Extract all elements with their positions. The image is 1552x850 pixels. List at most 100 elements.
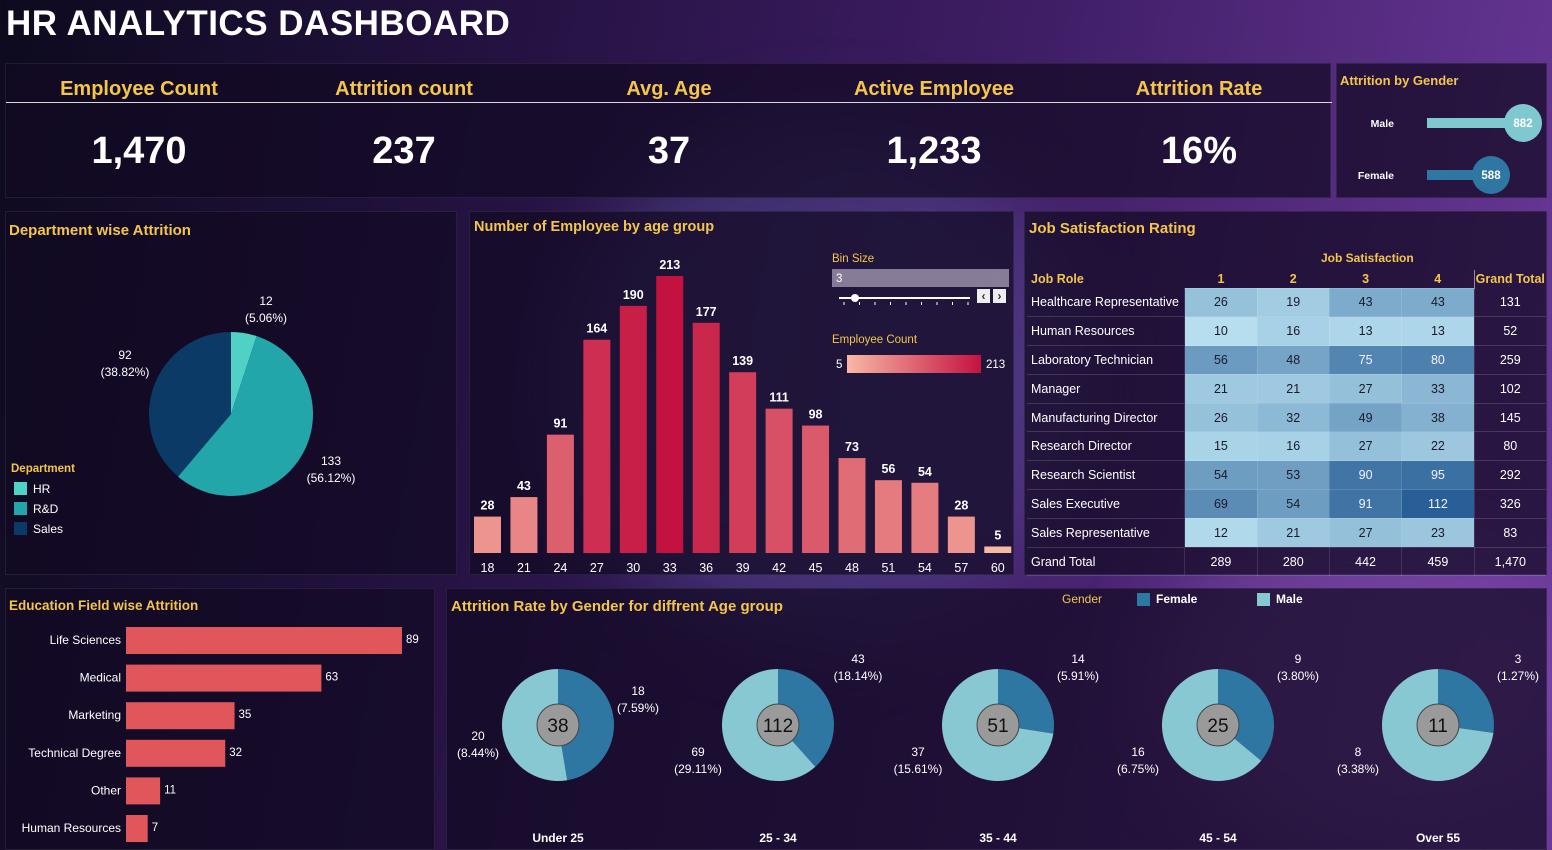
job-role-cell: Manager: [1027, 374, 1185, 404]
table-row: Sales Representative 12 21 27 23 83: [1027, 517, 1546, 548]
kpi-panel: Employee Count 1,470 Attrition count 237…: [5, 63, 1332, 198]
age-bar-value: 213: [659, 258, 680, 272]
legend-swatch: [14, 522, 27, 535]
color-legend-min: 5: [836, 359, 842, 371]
row-total-cell: 145: [1473, 403, 1546, 433]
heatmap-cell: 54: [1184, 460, 1258, 491]
age-bar: [911, 482, 939, 553]
donut-female-value: 3: [1515, 652, 1522, 666]
age-group-label: Under 25: [532, 831, 584, 845]
gender-label-male: Male: [1371, 118, 1395, 130]
bin-size-label: Bin Size: [832, 253, 874, 265]
heatmap-cell: 26: [1184, 287, 1258, 318]
color-legend-title: Employee Count: [832, 334, 918, 346]
age-tick-label: 42: [772, 561, 786, 575]
education-bar: [126, 815, 148, 842]
legend-label-female: Female: [1156, 592, 1198, 606]
department-legend-title: Department: [11, 463, 75, 475]
education-bar-value: 7: [152, 822, 158, 834]
heatmap-cell: 43: [1401, 287, 1475, 318]
age-bar-value: 139: [732, 354, 753, 368]
col-header-2: 2: [1289, 271, 1297, 286]
heatmap-cell: 10: [1184, 316, 1258, 347]
age-group-label: 25 - 34: [759, 831, 797, 845]
grand-total-cell: 280: [1256, 546, 1330, 577]
donut-female-pct: (7.59%): [617, 701, 659, 715]
age-bar-value: 177: [696, 305, 717, 319]
job-role-header: Job Role: [1031, 272, 1084, 286]
legend-swatch: [14, 482, 27, 495]
grand-total-header: Grand Total: [1473, 270, 1546, 288]
age-bar-value: 190: [623, 288, 644, 302]
donut-male-pct: (15.61%): [894, 762, 943, 776]
table-row: Manufacturing Director 26 32 49 38 145: [1027, 402, 1546, 433]
donut-male-value: 37: [911, 745, 925, 759]
donut-male-pct: (6.75%): [1117, 762, 1159, 776]
donut-male-value: 20: [471, 729, 485, 743]
education-category-label: Technical Degree: [28, 746, 121, 760]
age-tick-label: 27: [590, 561, 604, 575]
age-bar-value: 73: [845, 440, 859, 454]
education-bar: [126, 702, 235, 730]
education-panel: Education Field wise Attrition Life Scie…: [5, 588, 435, 850]
heatmap-cell: 48: [1256, 345, 1330, 375]
col-header-3: 3: [1362, 271, 1370, 286]
row-total-cell: 102: [1473, 374, 1546, 404]
heatmap-cell: 32: [1256, 402, 1330, 433]
heatmap-cell: 27: [1328, 431, 1403, 462]
pie-pct-label: (56.12%): [307, 471, 356, 485]
row-total-cell: 80: [1473, 431, 1546, 462]
age-tick-label: 51: [881, 561, 895, 575]
heatmap-cell: 95: [1401, 460, 1475, 491]
age-bar: [510, 497, 538, 553]
age-tick-label: 21: [517, 561, 531, 575]
age-tick-label: 36: [699, 561, 713, 575]
age-bar: [765, 408, 793, 553]
age-bar-value: 98: [809, 408, 823, 422]
age-bar-value: 56: [881, 462, 895, 476]
heatmap-cell: 33: [1401, 373, 1475, 404]
heatmap-cell: 54: [1256, 489, 1330, 519]
job-role-cell: Research Scientist: [1027, 460, 1185, 491]
kpi-employee-count-label: Employee Count: [60, 78, 218, 100]
heatmap-cell: 13: [1401, 316, 1475, 347]
age-bar-value: 28: [954, 499, 968, 513]
col-header-1: 1: [1217, 271, 1225, 286]
grand-total-label: Grand Total: [1027, 546, 1185, 577]
bin-size-value: 3: [836, 273, 842, 285]
education-bar: [126, 777, 161, 805]
heatmap-cell: 75: [1328, 345, 1403, 375]
age-tick-label: 24: [553, 561, 567, 575]
heatmap-cell: 90: [1328, 460, 1403, 491]
kpi-attrition-count-label: Attrition count: [335, 78, 473, 100]
education-bar-value: 11: [164, 784, 176, 796]
table-row: Human Resources 10 16 13 13 52: [1027, 316, 1546, 347]
heatmap-cell: 16: [1256, 431, 1330, 462]
job-satisfaction-table: Job Role 1 2 3 4 Grand Total Healthcare …: [1027, 270, 1546, 577]
row-total-cell: 292: [1473, 460, 1546, 491]
dashboard-title: HR ANALYTICS DASHBOARD: [6, 4, 511, 43]
gender-attrition-chart: Male 882 Female 588: [1358, 104, 1542, 194]
donut-total-label: 38: [547, 716, 568, 737]
gender-value-male: 882: [1513, 118, 1532, 130]
chevron-left-icon: ‹: [982, 289, 986, 303]
kpi-attrition-rate-value: 16%: [1160, 130, 1238, 172]
age-bar-value: 91: [553, 417, 567, 431]
education-category-label: Human Resources: [22, 821, 121, 835]
education-bar: [126, 739, 226, 767]
age-group-label: 45 - 54: [1199, 831, 1237, 845]
donut-female-pct: (5.91%): [1057, 669, 1099, 683]
row-total-cell: 326: [1473, 489, 1546, 519]
donut-female-value: 9: [1295, 652, 1302, 666]
legend-label-male: Male: [1276, 592, 1303, 606]
donut-total-label: 11: [1428, 716, 1448, 737]
donut-male-value: 8: [1355, 745, 1362, 759]
legend-label: Sales: [33, 522, 63, 536]
job-role-cell: Research Director: [1027, 431, 1185, 462]
gender-attrition-panel: Attrition by Gender Male 882 Female 588: [1336, 63, 1547, 198]
kpi-avg-age-label: Avg. Age: [626, 78, 712, 100]
grand-total-cell: 1,470: [1473, 546, 1546, 577]
legend-swatch-male: [1257, 593, 1270, 606]
kpi-employee-count-value: 1,470: [91, 130, 187, 172]
job-role-cell: Sales Representative: [1027, 518, 1185, 548]
